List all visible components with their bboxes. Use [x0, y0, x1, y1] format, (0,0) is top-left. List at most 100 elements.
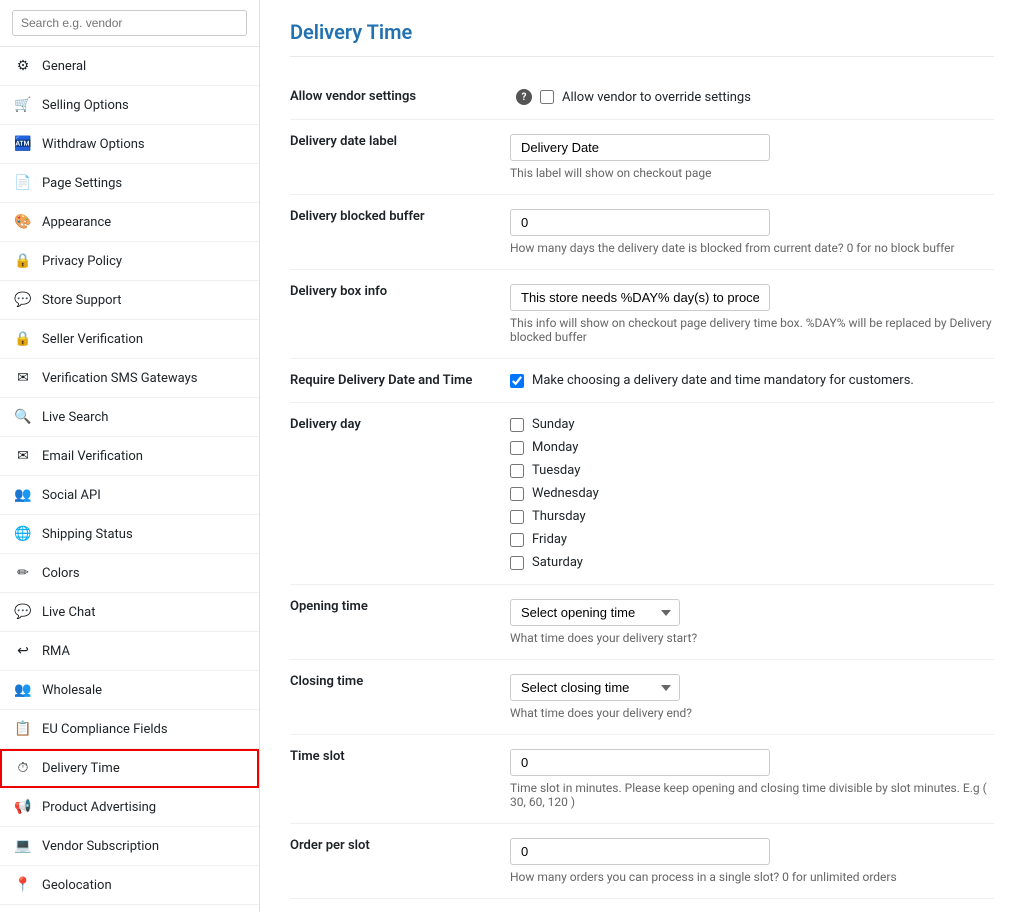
sidebar-item-privacy-policy[interactable]: 🔒 Privacy Policy — [0, 242, 259, 281]
icon-geolocation: 📍 — [14, 876, 32, 894]
desc-opening-time: What time does your delivery start? — [510, 631, 994, 645]
icon-page-settings: 📄 — [14, 174, 32, 192]
checkbox-day-thursday[interactable] — [510, 510, 524, 524]
input-time-slot[interactable] — [510, 749, 770, 776]
icon-email-verification: ✉ — [14, 447, 32, 465]
sidebar-label-verification-sms: Verification SMS Gateways — [42, 371, 197, 386]
sidebar-item-withdraw-options[interactable]: 🏧 Withdraw Options — [0, 125, 259, 164]
checkbox-day-sunday[interactable] — [510, 418, 524, 432]
icon-live-chat: 💬 — [14, 603, 32, 621]
sidebar-label-privacy-policy: Privacy Policy — [42, 254, 122, 269]
sidebar-item-product-advertising[interactable]: 📢Product Advertising — [0, 788, 259, 827]
sidebar-item-colors[interactable]: ✏Colors — [0, 554, 259, 593]
icon-withdraw-options: 🏧 — [14, 135, 32, 153]
icon-verification-sms: ✉ — [14, 369, 32, 387]
sidebar-item-general[interactable]: ⚙General — [0, 47, 259, 86]
cell-delivery-day: SundayMondayTuesdayWednesdayThursdayFrid… — [510, 403, 994, 585]
sidebar-item-product-report-abuse[interactable]: 🚩Product Report Abuse — [0, 905, 259, 912]
sidebar-label-selling-options: Selling Options — [42, 98, 129, 113]
day-item-tuesday: Tuesday — [510, 463, 994, 478]
checkbox-require-delivery[interactable] — [510, 374, 524, 388]
icon-privacy-policy: 🔒 — [14, 252, 32, 270]
sidebar-label-eu-compliance: EU Compliance Fields — [42, 722, 168, 737]
checkbox-day-monday[interactable] — [510, 441, 524, 455]
sidebar-label-rma: RMA — [42, 644, 70, 659]
sidebar-item-store-support[interactable]: 💬Store Support — [0, 281, 259, 320]
sidebar-item-verification-sms[interactable]: ✉ Verification SMS Gateways — [0, 359, 259, 398]
cell-closing-time: Select closing time What time does your … — [510, 660, 994, 735]
sidebar-items-list: ⚙General🛒Selling Options 🏧 Withdraw Option… — [0, 47, 259, 912]
sidebar-search-container — [0, 0, 259, 47]
day-item-saturday: Saturday — [510, 555, 994, 570]
sidebar-label-live-chat: Live Chat — [42, 605, 95, 620]
desc-blocked-buffer: How many days the delivery date is block… — [510, 241, 994, 255]
desc-order-per-slot: How many orders you can process in a sin… — [510, 870, 994, 884]
desc-closing-time: What time does your delivery end? — [510, 706, 994, 720]
checkbox-allow-vendor[interactable] — [540, 90, 554, 104]
desc-delivery-date: This label will show on checkout page — [510, 166, 994, 180]
sidebar-item-selling-options[interactable]: 🛒Selling Options — [0, 86, 259, 125]
input-box-info[interactable] — [510, 284, 770, 311]
sidebar-item-delivery-time[interactable]: ⏱Delivery Time — [0, 749, 259, 788]
select-closing-time[interactable]: Select closing time — [510, 674, 680, 701]
label-day-friday: Friday — [532, 532, 567, 547]
checkbox-day-tuesday[interactable] — [510, 464, 524, 478]
input-delivery-date-label[interactable] — [510, 134, 770, 161]
sidebar-item-shipping-status[interactable]: 🌐Shipping Status — [0, 515, 259, 554]
desc-box-info: This info will show on checkout page del… — [510, 316, 994, 344]
sidebar-item-vendor-subscription[interactable]: 💻Vendor Subscription — [0, 827, 259, 866]
row-delivery-date-label: Delivery date label This label will show… — [290, 120, 994, 195]
checkbox-day-wednesday[interactable] — [510, 487, 524, 501]
sidebar-item-page-settings[interactable]: 📄 Page Settings — [0, 164, 259, 203]
row-allow-vendor: Allow vendor settings ? Allow vendor to … — [290, 75, 994, 120]
cell-delivery-date: This label will show on checkout page — [510, 120, 994, 195]
sidebar-item-rma[interactable]: ↩RMA — [0, 632, 259, 671]
day-item-monday: Monday — [510, 440, 994, 455]
sidebar-label-vendor-subscription: Vendor Subscription — [42, 839, 159, 854]
sidebar: ⚙General🛒Selling Options 🏧 Withdraw Option… — [0, 0, 260, 912]
icon-general: ⚙ — [14, 57, 32, 75]
row-require-delivery: Require Delivery Date and Time Make choo… — [290, 359, 994, 403]
sidebar-label-social-api: Social API — [42, 488, 101, 503]
icon-shipping-status: 🌐 — [14, 525, 32, 543]
label-day-tuesday: Tuesday — [532, 463, 580, 478]
sidebar-label-seller-verification: Seller Verification — [42, 332, 143, 347]
row-closing-time: Closing time Select closing time What ti… — [290, 660, 994, 735]
sidebar-label-withdraw-options: Withdraw Options — [42, 137, 145, 152]
sidebar-item-wholesale[interactable]: 👥Wholesale — [0, 671, 259, 710]
sidebar-item-eu-compliance[interactable]: 📋 EU Compliance Fields — [0, 710, 259, 749]
page-title: Delivery Time — [290, 20, 994, 57]
sidebar-item-live-search[interactable]: 🔍Live Search — [0, 398, 259, 437]
input-order-per-slot[interactable] — [510, 838, 770, 865]
select-opening-time[interactable]: Select opening time — [510, 599, 680, 626]
help-icon-allow-vendor[interactable]: ? — [516, 89, 532, 105]
label-require-delivery: Require Delivery Date and Time — [290, 359, 510, 403]
cell-time-slot: Time slot in minutes. Please keep openin… — [510, 735, 994, 824]
label-opening-time: Opening time — [290, 585, 510, 660]
input-blocked-buffer[interactable] — [510, 209, 770, 236]
icon-product-advertising: 📢 — [14, 798, 32, 816]
cell-box-info: This info will show on checkout page del… — [510, 270, 994, 359]
icon-wholesale: 👥 — [14, 681, 32, 699]
sidebar-label-colors: Colors — [42, 566, 80, 581]
sidebar-item-live-chat[interactable]: 💬 Live Chat — [0, 593, 259, 632]
sidebar-item-seller-verification[interactable]: 🔒Seller Verification — [0, 320, 259, 359]
sidebar-item-geolocation[interactable]: 📍Geolocation — [0, 866, 259, 905]
label-day-sunday: Sunday — [532, 417, 575, 432]
cell-save: Save Changes — [510, 899, 994, 912]
label-closing-time: Closing time — [290, 660, 510, 735]
sidebar-label-page-settings: Page Settings — [42, 176, 122, 191]
day-item-sunday: Sunday — [510, 417, 994, 432]
sidebar-item-appearance[interactable]: 🎨Appearance — [0, 203, 259, 242]
label-day-thursday: Thursday — [532, 509, 586, 524]
sidebar-item-email-verification[interactable]: ✉Email Verification — [0, 437, 259, 476]
label-allow-vendor-checkbox: Allow vendor to override settings — [562, 90, 751, 105]
sidebar-label-live-search: Live Search — [42, 410, 108, 425]
cell-blocked-buffer: How many days the delivery date is block… — [510, 195, 994, 270]
checkbox-day-saturday[interactable] — [510, 556, 524, 570]
checkbox-day-friday[interactable] — [510, 533, 524, 547]
label-delivery-day: Delivery day — [290, 403, 510, 585]
icon-eu-compliance: 📋 — [14, 720, 32, 738]
sidebar-search-input[interactable] — [12, 10, 247, 36]
sidebar-item-social-api[interactable]: 👥Social API — [0, 476, 259, 515]
